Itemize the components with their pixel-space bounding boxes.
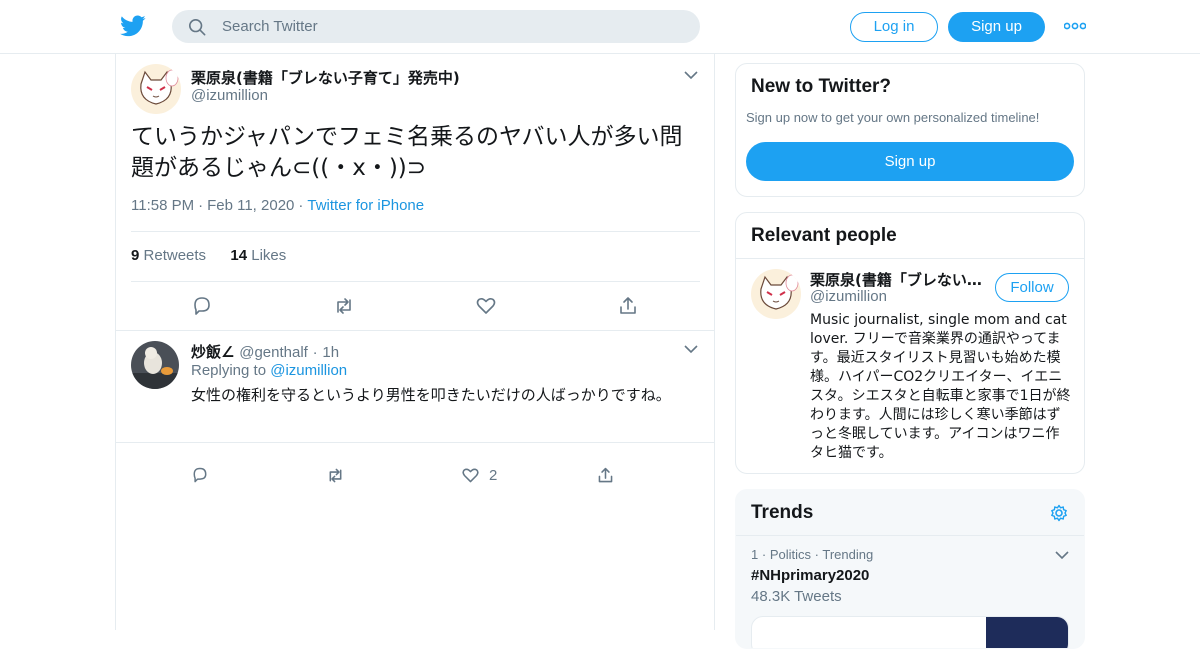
person-bio: Music journalist, single mom and cat lov… <box>810 312 1071 461</box>
twitter-bird-icon[interactable] <box>120 13 146 39</box>
like-icon[interactable] <box>461 466 480 485</box>
share-icon[interactable] <box>617 295 639 317</box>
tweet-stats: 9 Retweets 14 Likes <box>131 247 286 264</box>
separator-dot: · <box>298 197 304 214</box>
tweet-text: ていうかジャパンでフェミ名乗るのヤバい人が多い問題があるじゃん⊂((・x・))⊃ <box>131 124 683 181</box>
more-dots-icon[interactable] <box>1064 20 1086 32</box>
signup-button[interactable]: Sign up <box>948 12 1045 42</box>
trend-thumbnail <box>986 617 1068 648</box>
new-to-twitter-card: New to Twitter? Sign up now to get your … <box>735 63 1085 197</box>
separator-dot: · <box>814 547 819 562</box>
follow-button[interactable]: Follow <box>995 273 1069 302</box>
divider <box>131 231 700 232</box>
person-handle[interactable]: @izumillion <box>810 288 887 305</box>
trend-tweet-count: 48.3K Tweets <box>751 588 842 605</box>
replying-label: Replying to <box>191 362 267 379</box>
avatar[interactable] <box>751 269 801 319</box>
trend-meta: 1 · Politics · Trending <box>751 547 873 562</box>
likes-label: Likes <box>251 247 287 264</box>
search-input[interactable] <box>222 10 682 43</box>
reply-text: 女性の権利を守るというより男性を叩きたいだけの人ばっかりですね。 <box>191 386 671 404</box>
trend-rank: 1 <box>751 547 759 562</box>
author-name[interactable]: 栗原泉(書籍「ブレない子育て」発売中) <box>191 67 460 88</box>
separator-dot: · <box>198 197 204 214</box>
person-name[interactable]: 栗原泉(書籍「ブレない… <box>810 269 985 290</box>
avatar[interactable] <box>131 341 179 389</box>
trend-status: Trending <box>822 547 874 562</box>
main-tweet: 栗原泉(書籍「ブレない子育て」発売中) @izumillion ていうかジャパン… <box>116 54 714 331</box>
author-handle[interactable]: @izumillion <box>191 87 268 104</box>
tweet-time[interactable]: 11:58 PM <box>131 197 194 214</box>
tweet-meta: 11:58 PM · Feb 11, 2020 · Twitter for iPhone <box>131 197 424 214</box>
sidebar-signup-button[interactable]: Sign up <box>746 142 1074 181</box>
chevron-down-icon[interactable] <box>684 70 698 80</box>
tweet-date[interactable]: Feb 11, 2020 <box>207 197 294 214</box>
login-button[interactable]: Log in <box>850 12 938 42</box>
reply-icon[interactable] <box>191 295 213 317</box>
reply-header: 炒飯∠ @genthalf · 1h <box>191 341 339 362</box>
replying-to: Replying to @izumillion <box>191 362 347 379</box>
retweet-icon[interactable] <box>326 466 345 485</box>
chevron-down-icon[interactable] <box>684 344 698 354</box>
tweet-source-link[interactable]: Twitter for iPhone <box>307 197 424 214</box>
retweets-count: 9 <box>131 247 140 264</box>
trends-card: Trends 1 · Politics · Trending #NHprimar… <box>735 489 1085 649</box>
separator-dot: · <box>312 344 318 361</box>
reply-author-handle[interactable]: @genthalf <box>239 344 308 361</box>
trend-media-card[interactable] <box>751 616 1069 648</box>
relevant-people-card: Relevant people 栗原泉(書籍「ブレない… @izumillion… <box>735 212 1085 474</box>
search-icon <box>188 18 206 36</box>
divider <box>736 535 1084 536</box>
reply-like-count: 2 <box>489 467 498 484</box>
share-icon[interactable] <box>596 466 615 485</box>
card-title: Relevant people <box>751 225 897 246</box>
likes-stat[interactable]: 14 Likes <box>230 247 286 264</box>
card-title: Trends <box>751 502 814 523</box>
trend-hashtag[interactable]: #NHprimary2020 <box>751 567 869 584</box>
retweets-stat[interactable]: 9 Retweets <box>131 247 206 264</box>
divider <box>736 258 1084 259</box>
timeline-column: 栗原泉(書籍「ブレない子育て」発売中) @izumillion ていうかジャパン… <box>115 54 715 630</box>
avatar[interactable] <box>131 64 181 114</box>
card-subtitle: Sign up now to get your own personalized… <box>746 110 1040 125</box>
reply-time[interactable]: 1h <box>322 344 339 361</box>
separator-dot: · <box>761 547 767 562</box>
card-title: New to Twitter? <box>751 76 892 97</box>
top-navigation-bar: Log in Sign up <box>0 0 1200 54</box>
likes-count: 14 <box>230 247 248 264</box>
search-box[interactable] <box>172 10 700 43</box>
reply-icon[interactable] <box>191 466 209 484</box>
divider <box>131 281 700 282</box>
like-icon[interactable] <box>475 295 497 317</box>
reply-author-name[interactable]: 炒飯∠ <box>191 343 234 361</box>
retweets-label: Retweets <box>143 247 207 264</box>
replying-to-link[interactable]: @izumillion <box>270 362 347 379</box>
chevron-down-icon[interactable] <box>1055 550 1069 560</box>
trend-category: Politics <box>769 547 812 562</box>
retweet-icon[interactable] <box>333 295 355 317</box>
reply-tweet[interactable]: 炒飯∠ @genthalf · 1h Replying to @izumilli… <box>116 331 714 484</box>
gear-icon[interactable] <box>1049 503 1069 523</box>
